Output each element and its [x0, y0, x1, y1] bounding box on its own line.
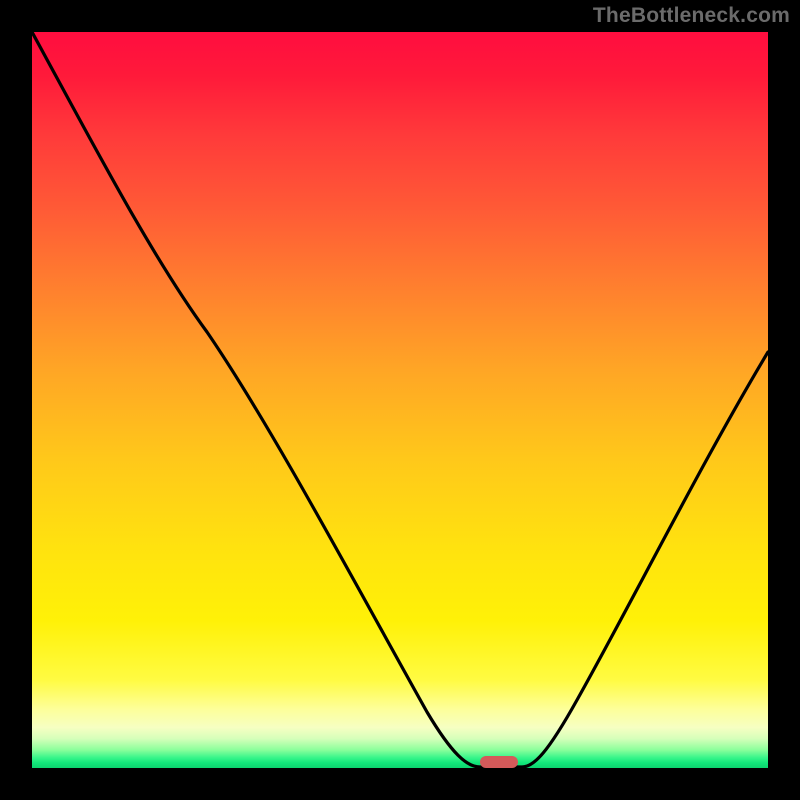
chart-frame: TheBottleneck.com — [0, 0, 800, 800]
watermark-text: TheBottleneck.com — [593, 4, 790, 28]
bottleneck-curve — [32, 32, 768, 768]
plot-area — [32, 32, 768, 768]
optimum-marker — [480, 756, 518, 768]
curve-path — [32, 32, 768, 767]
